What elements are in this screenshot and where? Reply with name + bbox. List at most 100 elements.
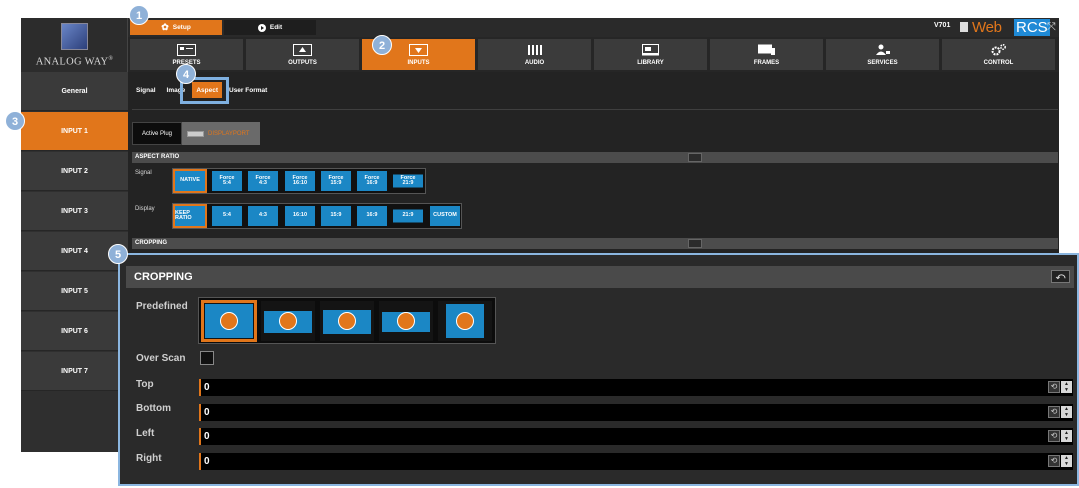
nav-frames[interactable]: FRAMES [710,39,823,70]
crop-left-label: Left [136,428,155,439]
services-icon [876,44,890,55]
undo-icon: ⤺ [1055,271,1066,281]
control-icon [991,44,1006,56]
nav-label: LIBRARY [637,60,664,66]
callout-5: 5 [108,244,128,264]
callout-1: 1 [129,5,149,25]
display-4-3-button[interactable]: 4:3 [248,206,278,226]
signal-force-21-9-button[interactable]: Force 21:9 [393,171,423,191]
registered-mark: ® [108,56,114,62]
crop-left-input[interactable]: 0 ⟲ ▲ ▼ [199,428,1073,445]
display-16-9-button[interactable]: 16:9 [357,206,387,226]
signal-force-16-9-button[interactable]: Force 16:9 [357,171,387,191]
sidebar-item-general[interactable]: General [21,72,128,111]
displayport-icon [187,130,204,137]
tab-user-format[interactable]: User Format [225,82,271,98]
tab-signal[interactable]: Signal [132,82,160,98]
cropping-reset-button[interactable]: ⤺ [1051,270,1070,283]
crop-right-label: Right [136,453,162,464]
setup-label: Setup [172,24,191,31]
sidebar-item-input-3[interactable]: INPUT 3 [21,192,128,231]
undo-icon[interactable]: ⟲ [1048,406,1060,418]
nav-control[interactable]: CONTROL [942,39,1055,70]
active-plug-value[interactable]: DISPLAYPORT [182,122,260,145]
sidebar-item-input-6[interactable]: INPUT 6 [21,312,128,351]
signal-force-15-9-button[interactable]: Force 15:9 [321,171,351,191]
display-16-10-button[interactable]: 16:10 [285,206,315,226]
active-plug-value-text: DISPLAYPORT [208,130,250,137]
sidebar-item-input-7[interactable]: INPUT 7 [21,352,128,391]
nav-audio[interactable]: AUDIO [478,39,591,70]
spinner-icon[interactable]: ▲ ▼ [1061,406,1072,418]
display-5-4-button[interactable]: 5:4 [212,206,242,226]
active-plug-label: Active Plug [132,122,182,145]
cropping-header-small: CROPPING [132,238,1058,249]
preset-dot-icon [397,312,415,330]
nav-library[interactable]: LIBRARY [594,39,707,70]
edit-tab[interactable]: Edit [224,20,316,35]
crop-bottom-input[interactable]: 0 ⟲ ▲ ▼ [199,404,1073,421]
document-icon[interactable] [960,22,968,32]
crop-preset-letterbox-3[interactable] [379,301,433,341]
nav-label: SERVICES [867,60,898,66]
frames-icon [758,44,775,55]
overscan-checkbox[interactable] [200,351,214,365]
gear-icon: ✿ [161,22,169,32]
cropping-title-small: CROPPING [135,240,168,246]
top-bar: ✿ Setup Edit V701 Web RCS ⤧ [128,18,1059,37]
preset-dot-icon [279,312,297,330]
version-label: V701 [934,22,951,29]
undo-icon[interactable]: ⟲ [1048,430,1060,442]
crop-right-input[interactable]: 0 ⟲ ▲ ▼ [199,453,1073,470]
aspect-ratio-reset-icon[interactable] [688,153,702,162]
fullscreen-icon[interactable]: ⤧ [1047,21,1056,34]
sidebar-item-input-5[interactable]: INPUT 5 [21,272,128,311]
display-keep-ratio-button[interactable]: KEEP RATIO [173,204,207,228]
cropping-header: CROPPING ⤺ [126,266,1074,288]
sidebar-item-input-2[interactable]: INPUT 2 [21,152,128,191]
cropping-title: CROPPING [134,271,193,283]
brand-rcs: RCS [1014,19,1050,36]
crop-preset-letterbox-2[interactable] [320,301,374,341]
predefined-label: Predefined [136,301,188,312]
crop-preset-full[interactable] [201,300,257,342]
signal-force-4-3-button[interactable]: Force 4:3 [248,171,278,191]
crop-bottom-value: 0 [204,407,210,418]
signal-force-16-10-button[interactable]: Force 16:10 [285,171,315,191]
nav-label: INPUTS [407,60,430,66]
display-custom-button[interactable]: CUSTOM [430,206,460,226]
analog-way-emblem-icon [61,23,88,50]
crop-preset-letterbox-1[interactable] [261,301,315,341]
undo-icon[interactable]: ⟲ [1048,381,1060,393]
crop-preset-pillarbox[interactable] [438,301,492,341]
nav-label: OUTPUTS [288,60,317,66]
sidebar-item-input-1[interactable]: INPUT 1 [21,112,128,151]
display-label: Display [135,206,155,212]
crop-top-input[interactable]: 0 ⟲ ▲ ▼ [199,379,1073,396]
display-15-9-button[interactable]: 15:9 [321,206,351,226]
callout-3: 3 [5,111,25,131]
callout-2: 2 [372,35,392,55]
spinner-icon[interactable]: ▲ ▼ [1061,430,1072,442]
aspect-ratio-title: ASPECT RATIO [135,154,180,160]
spinner-icon[interactable]: ▲ ▼ [1061,381,1072,393]
nav-services[interactable]: SERVICES [826,39,939,70]
callout-4: 4 [176,64,196,84]
webrcs-app: ANALOG WAY® ✿ Setup Edit V701 Web RCS ⤧ … [0,0,1079,488]
inputs-icon [409,44,428,56]
display-21-9-button[interactable]: 21:9 [393,206,423,226]
preset-dot-icon [456,312,474,330]
nav-label: FRAMES [753,60,780,66]
signal-force-5-4-button[interactable]: Force 5:4 [212,171,242,191]
cropping-reset-icon-small[interactable] [688,239,702,248]
divider [132,109,1058,110]
signal-label: Signal [135,170,152,176]
outputs-icon [293,44,312,56]
main-nav: PRESETS OUTPUTS INPUTS AUDIO LIBRARY FRA… [128,37,1059,72]
signal-native-button[interactable]: NATIVE [173,169,207,193]
cropping-zoom-panel: CROPPING ⤺ Predefined Over Scan Top 0 ⟲ … [118,253,1079,486]
undo-icon[interactable]: ⟲ [1048,455,1060,467]
preset-dot-icon [220,312,238,330]
spinner-icon[interactable]: ▲ ▼ [1061,455,1072,467]
nav-outputs[interactable]: OUTPUTS [246,39,359,70]
